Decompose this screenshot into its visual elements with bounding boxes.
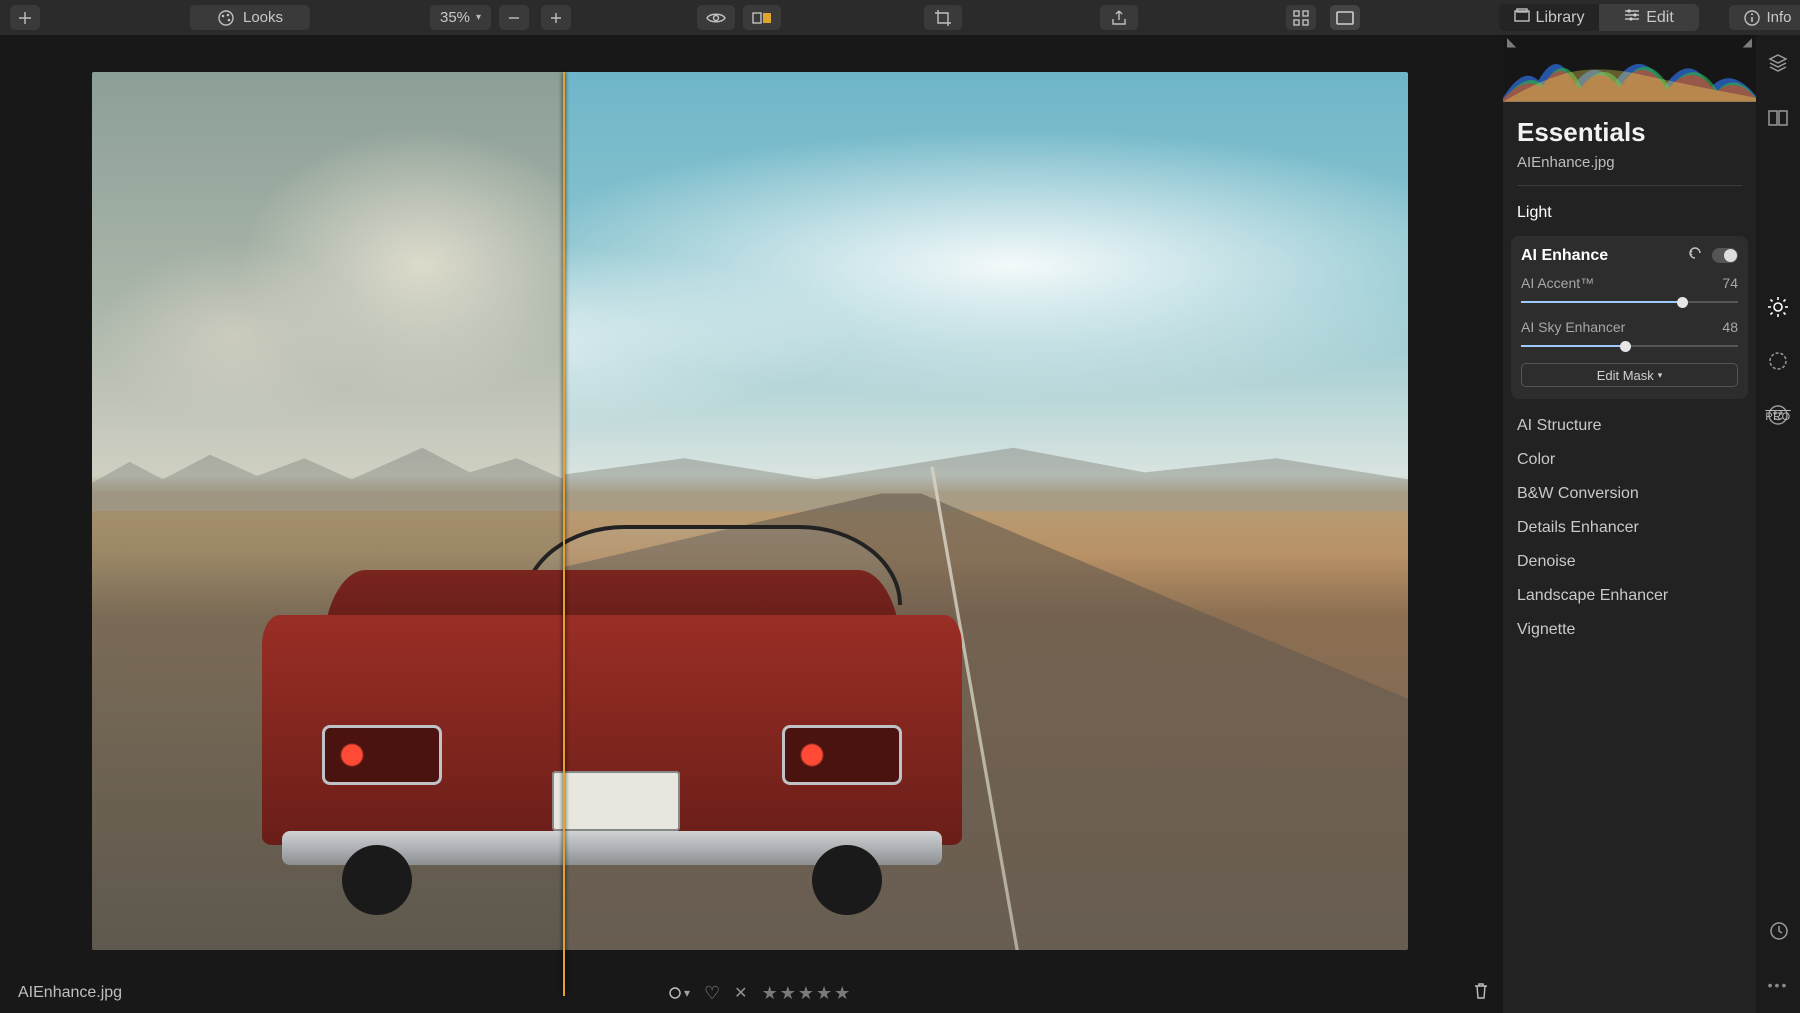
- zoom-value: 35%: [440, 9, 470, 26]
- chevron-down-icon: ▾: [476, 12, 481, 23]
- delete-button[interactable]: [1473, 982, 1489, 1005]
- more-button[interactable]: •••: [1768, 977, 1789, 993]
- section-denoise[interactable]: Denoise: [1503, 545, 1756, 579]
- section-vignette[interactable]: Vignette: [1503, 613, 1756, 647]
- essentials-tool[interactable]: [1764, 293, 1792, 321]
- top-toolbar: Looks 35% ▾: [0, 0, 1800, 35]
- info-label: Info: [1766, 9, 1791, 26]
- color-label-button[interactable]: ▾: [668, 986, 690, 1000]
- creative-tool[interactable]: [1764, 347, 1792, 375]
- crop-icon: [934, 9, 952, 27]
- favorite-button[interactable]: ♡: [704, 983, 720, 1004]
- canvas-tool[interactable]: [1764, 103, 1792, 131]
- palette-icon: [217, 9, 235, 27]
- grid-icon: [1293, 10, 1309, 26]
- zoom-dropdown[interactable]: 35% ▾: [430, 5, 491, 30]
- star-icon: ★: [762, 983, 778, 1004]
- tab-edit-label: Edit: [1646, 9, 1674, 27]
- ai-enhance-title[interactable]: AI Enhance: [1521, 247, 1608, 265]
- tab-library-label: Library: [1536, 9, 1585, 27]
- export-button[interactable]: [1100, 5, 1138, 30]
- section-ai-structure[interactable]: AI Structure: [1503, 409, 1756, 443]
- tab-edit[interactable]: Edit: [1599, 4, 1699, 31]
- panel-title: Essentials: [1503, 101, 1756, 154]
- info-icon: [1744, 10, 1760, 26]
- car-illustration: [262, 485, 962, 915]
- tab-library[interactable]: Library: [1499, 4, 1599, 31]
- single-icon: [1336, 11, 1354, 25]
- ai-sky-value: 48: [1722, 319, 1738, 335]
- reject-button[interactable]: ✕: [734, 983, 747, 1003]
- section-details[interactable]: Details Enhancer: [1503, 511, 1756, 545]
- undo-icon[interactable]: [1688, 246, 1702, 265]
- star-icon: ★: [834, 983, 850, 1004]
- looks-label: Looks: [243, 9, 283, 26]
- preview-button[interactable]: [697, 5, 735, 30]
- zoom-in-button[interactable]: [541, 5, 571, 30]
- ai-accent-label: AI Accent™: [1521, 275, 1594, 291]
- right-sidebar: ◣ ◢ Essentials AIEnhance.jpg Light AI En…: [1503, 35, 1800, 1013]
- history-tool[interactable]: [1764, 917, 1792, 945]
- edit-mask-label: Edit Mask: [1597, 368, 1654, 383]
- histogram[interactable]: ◣ ◢: [1503, 35, 1756, 101]
- tool-strip: PRO •••: [1756, 35, 1800, 1013]
- info-button[interactable]: Info: [1729, 5, 1800, 30]
- ai-sky-label: AI Sky Enhancer: [1521, 319, 1625, 335]
- compare-icon: [752, 11, 772, 25]
- star-rating[interactable]: ★ ★ ★ ★ ★: [762, 983, 851, 1004]
- photo-preview[interactable]: [92, 72, 1408, 950]
- ai-accent-value: 74: [1722, 275, 1738, 291]
- canvas-area: Before After: [0, 35, 1503, 1013]
- ai-enhance-toggle[interactable]: [1712, 248, 1738, 263]
- layers-tool[interactable]: [1764, 49, 1792, 77]
- gallery-view-button[interactable]: [1286, 5, 1316, 30]
- star-icon: ★: [798, 983, 814, 1004]
- edit-panel: ◣ ◢ Essentials AIEnhance.jpg Light AI En…: [1503, 35, 1756, 1013]
- section-light[interactable]: Light: [1503, 196, 1756, 230]
- zoom-out-button[interactable]: [499, 5, 529, 30]
- star-icon: ★: [816, 983, 832, 1004]
- eye-icon: [706, 11, 726, 25]
- chevron-down-icon: ▾: [1658, 370, 1663, 381]
- footer-filename: AIEnhance.jpg: [18, 984, 122, 1002]
- section-ai-enhance: AI Enhance AI Accent™ 74 AI Sky Enhancer…: [1511, 236, 1748, 399]
- crop-button[interactable]: [924, 5, 962, 30]
- mode-tabs: Library Edit: [1499, 4, 1699, 31]
- single-view-button[interactable]: [1330, 5, 1360, 30]
- looks-button[interactable]: Looks: [190, 5, 310, 30]
- ai-accent-slider[interactable]: AI Accent™ 74: [1521, 275, 1738, 309]
- sliders-icon: [1624, 8, 1640, 27]
- compare-button[interactable]: [743, 5, 781, 30]
- library-icon: [1514, 8, 1530, 27]
- section-bw[interactable]: B&W Conversion: [1503, 477, 1756, 511]
- section-landscape[interactable]: Landscape Enhancer: [1503, 579, 1756, 613]
- panel-filename: AIEnhance.jpg: [1503, 154, 1756, 185]
- compare-divider[interactable]: [563, 72, 565, 996]
- section-color[interactable]: Color: [1503, 443, 1756, 477]
- add-button[interactable]: [10, 5, 40, 30]
- edit-mask-button[interactable]: Edit Mask ▾: [1521, 363, 1738, 387]
- share-icon: [1111, 9, 1127, 27]
- footer-bar: AIEnhance.jpg ▾ ♡ ✕ ★ ★ ★ ★ ★: [0, 973, 1503, 1013]
- star-icon: ★: [780, 983, 796, 1004]
- ai-sky-slider[interactable]: AI Sky Enhancer 48: [1521, 319, 1738, 353]
- pro-badge[interactable]: PRO: [1765, 411, 1790, 423]
